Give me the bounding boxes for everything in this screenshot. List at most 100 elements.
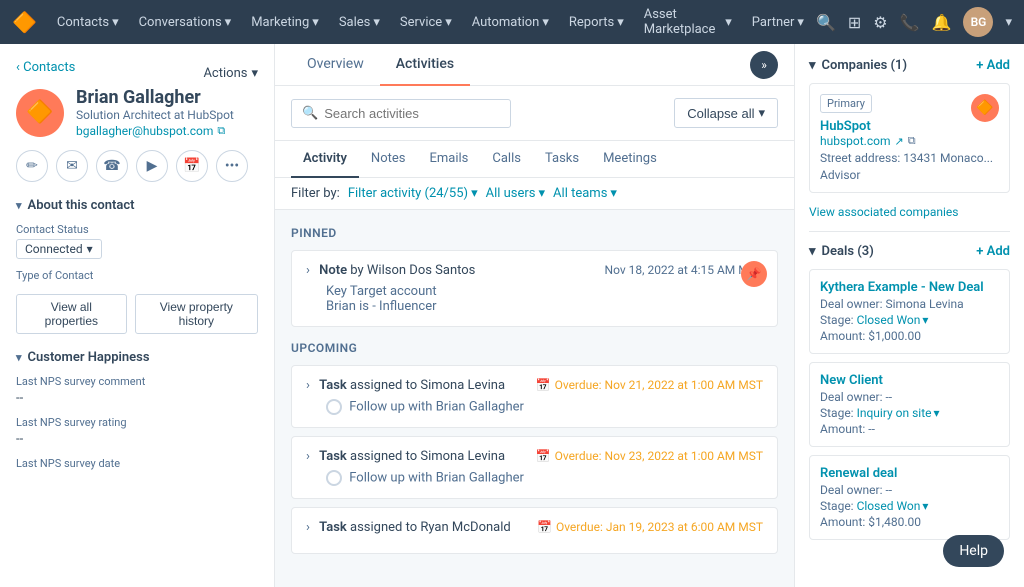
grid-icon[interactable]: ⊞ [848,13,861,32]
calendar-button[interactable]: 📅 [176,150,208,182]
tab-meetings[interactable]: Meetings [591,141,669,178]
tab-calls[interactable]: Calls [480,141,533,178]
activities-content: Pinned › Note by Wilson Dos Santos Nov 1… [275,210,794,587]
video-button[interactable]: ▶ [136,150,168,182]
company-address: Street address: 13431 Monaco... [820,151,999,165]
task-1-chevron-icon[interactable]: › [306,378,310,393]
nav-contacts[interactable]: Contacts▾ [49,11,127,34]
contact-title: Solution Architect at HubSpot [76,108,234,122]
task-2-chevron-icon[interactable]: › [306,449,310,464]
deal-2-stage-chevron-icon: ▾ [934,406,940,420]
nav-conversations[interactable]: Conversations▾ [131,11,240,34]
deal-1-stage-value[interactable]: Closed Won ▾ [857,313,929,327]
company-name[interactable]: HubSpot [820,119,999,134]
properties-buttons: View all properties View property histor… [16,294,258,334]
pin-button[interactable]: 📌 [741,261,767,287]
search-icon[interactable]: 🔍 [816,13,836,32]
deal-3-stage-chevron-icon: ▾ [922,499,928,513]
tab-overview[interactable]: Overview [291,44,380,86]
deal-1-owner: Deal owner: Simona Levina [820,297,999,311]
account-chevron-icon[interactable]: ▾ [1005,15,1012,30]
search-box[interactable]: 🔍 [291,99,511,128]
filter-activity-button[interactable]: Filter activity (24/55) ▾ [348,186,478,201]
view-associated-companies-link[interactable]: View associated companies [809,205,1010,219]
nav-automation[interactable]: Automation▾ [464,11,557,34]
last-nps-comment-label: Last NPS survey comment [16,375,258,388]
deal-3-owner: Deal owner: -- [820,483,999,497]
nav-marketing[interactable]: Marketing▾ [243,11,327,34]
customer-happiness-collapse-icon: ▾ [16,351,22,364]
call-button[interactable]: ☎ [96,150,128,182]
deal-2-owner: Deal owner: -- [820,390,999,404]
contact-status-label: Contact Status [16,223,258,236]
contact-email[interactable]: bgallagher@hubspot.com ⧉ [76,124,234,138]
copy-company-icon[interactable]: ⧉ [908,134,916,148]
task-2-overdue: 📅 Overdue: Nov 23, 2022 at 1:00 AM MST [536,449,763,463]
more-button[interactable]: ••• [216,150,248,182]
add-deal-button[interactable]: + Add [976,244,1010,259]
settings-icon[interactable]: ⚙ [873,13,887,32]
view-all-properties-button[interactable]: View all properties [16,294,127,334]
note-chevron-icon[interactable]: › [306,263,310,278]
copy-email-icon[interactable]: ⧉ [217,124,225,138]
email-button[interactable]: ✉ [56,150,88,182]
pinned-note-body: Key Target account Brian is - Influencer [306,284,763,314]
expand-button[interactable]: » [750,51,778,79]
phone-nav-icon[interactable]: 📞 [900,13,920,32]
nav-reports[interactable]: Reports▾ [561,11,632,34]
actions-button[interactable]: Actions ▾ [203,66,258,81]
edit-button[interactable]: ✏ [16,150,48,182]
help-button[interactable]: Help [943,535,1004,567]
add-company-button[interactable]: + Add [976,58,1010,73]
nav-partner[interactable]: Partner▾ [744,11,812,34]
last-nps-rating-label: Last NPS survey rating [16,416,258,429]
breadcrumb[interactable]: Contacts [16,60,75,75]
pinned-note-card: › Note by Wilson Dos Santos Nov 18, 2022… [291,250,778,327]
main-tabs-bar: Overview Activities » [275,44,794,86]
calendar-overdue-icon: 📅 [536,378,551,392]
deals-title[interactable]: ▾ Deals (3) [809,244,874,259]
deal-3-name[interactable]: Renewal deal [820,466,999,481]
companies-section-header: ▾ Companies (1) + Add [809,58,1010,73]
hubspot-logo[interactable]: 🔶 [12,10,37,34]
deal-2-name[interactable]: New Client [820,373,999,388]
collapse-chevron-icon: ▾ [758,105,765,121]
tab-activity[interactable]: Activity [291,141,359,178]
search-input[interactable] [324,106,500,121]
task-1-complete-circle[interactable] [326,399,342,415]
bell-icon[interactable]: 🔔 [932,13,952,32]
collapse-all-button[interactable]: Collapse all ▾ [674,98,778,128]
deal-3-stage: Stage: Closed Won ▾ [820,499,999,513]
nav-service[interactable]: Service▾ [392,11,460,34]
contact-avatar: 🔶 [16,89,64,137]
contact-status-badge[interactable]: Connected ▾ [16,239,102,259]
deal-2-stage-value[interactable]: Inquiry on site ▾ [857,406,940,420]
tab-activities[interactable]: Activities [380,44,470,86]
activity-tabs-bar: Activity Notes Emails Calls Tasks Meetin… [275,141,794,178]
all-teams-button[interactable]: All teams ▾ [553,186,617,201]
task-3-chevron-icon[interactable]: › [306,520,310,535]
deals-section-header: ▾ Deals (3) + Add [809,244,1010,259]
tab-emails[interactable]: Emails [417,141,480,178]
task-2-complete-circle[interactable] [326,470,342,486]
filter-chevron-icon: ▾ [471,186,478,201]
pinned-note-timestamp: Nov 18, 2022 at 4:15 AM MST [605,263,763,277]
companies-title[interactable]: ▾ Companies (1) [809,58,907,73]
tab-tasks[interactable]: Tasks [533,141,591,178]
nav-right-icons: 🔍 ⊞ ⚙ 📞 🔔 BG ▾ [816,7,1012,37]
deal-1-name[interactable]: Kythera Example - New Deal [820,280,999,295]
nav-sales[interactable]: Sales▾ [331,11,388,34]
contact-name: Brian Gallagher [76,87,234,108]
pinned-note-type: › Note by Wilson Dos Santos [306,263,475,278]
deal-card-1: Kythera Example - New Deal Deal owner: S… [809,269,1010,354]
company-url[interactable]: hubspot.com [820,134,890,148]
user-avatar[interactable]: BG [963,7,993,37]
about-section-header[interactable]: ▾ About this contact [16,198,258,213]
view-property-history-button[interactable]: View property history [135,294,258,334]
customer-happiness-section-header[interactable]: ▾ Customer Happiness [16,350,258,365]
all-users-button[interactable]: All users ▾ [486,186,545,201]
deal-3-stage-value[interactable]: Closed Won ▾ [857,499,929,513]
nav-asset-marketplace[interactable]: Asset Marketplace▾ [636,3,740,41]
deal-2-amount: Amount: -- [820,422,999,436]
tab-notes[interactable]: Notes [359,141,418,178]
